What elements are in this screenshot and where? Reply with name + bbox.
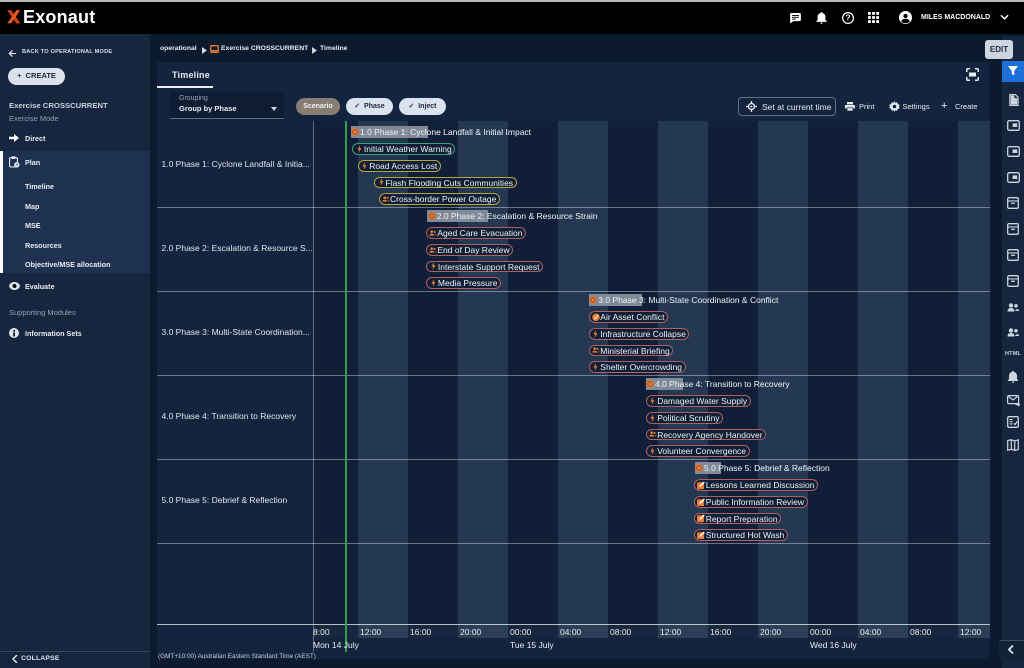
svg-text:?: ? (845, 13, 850, 23)
